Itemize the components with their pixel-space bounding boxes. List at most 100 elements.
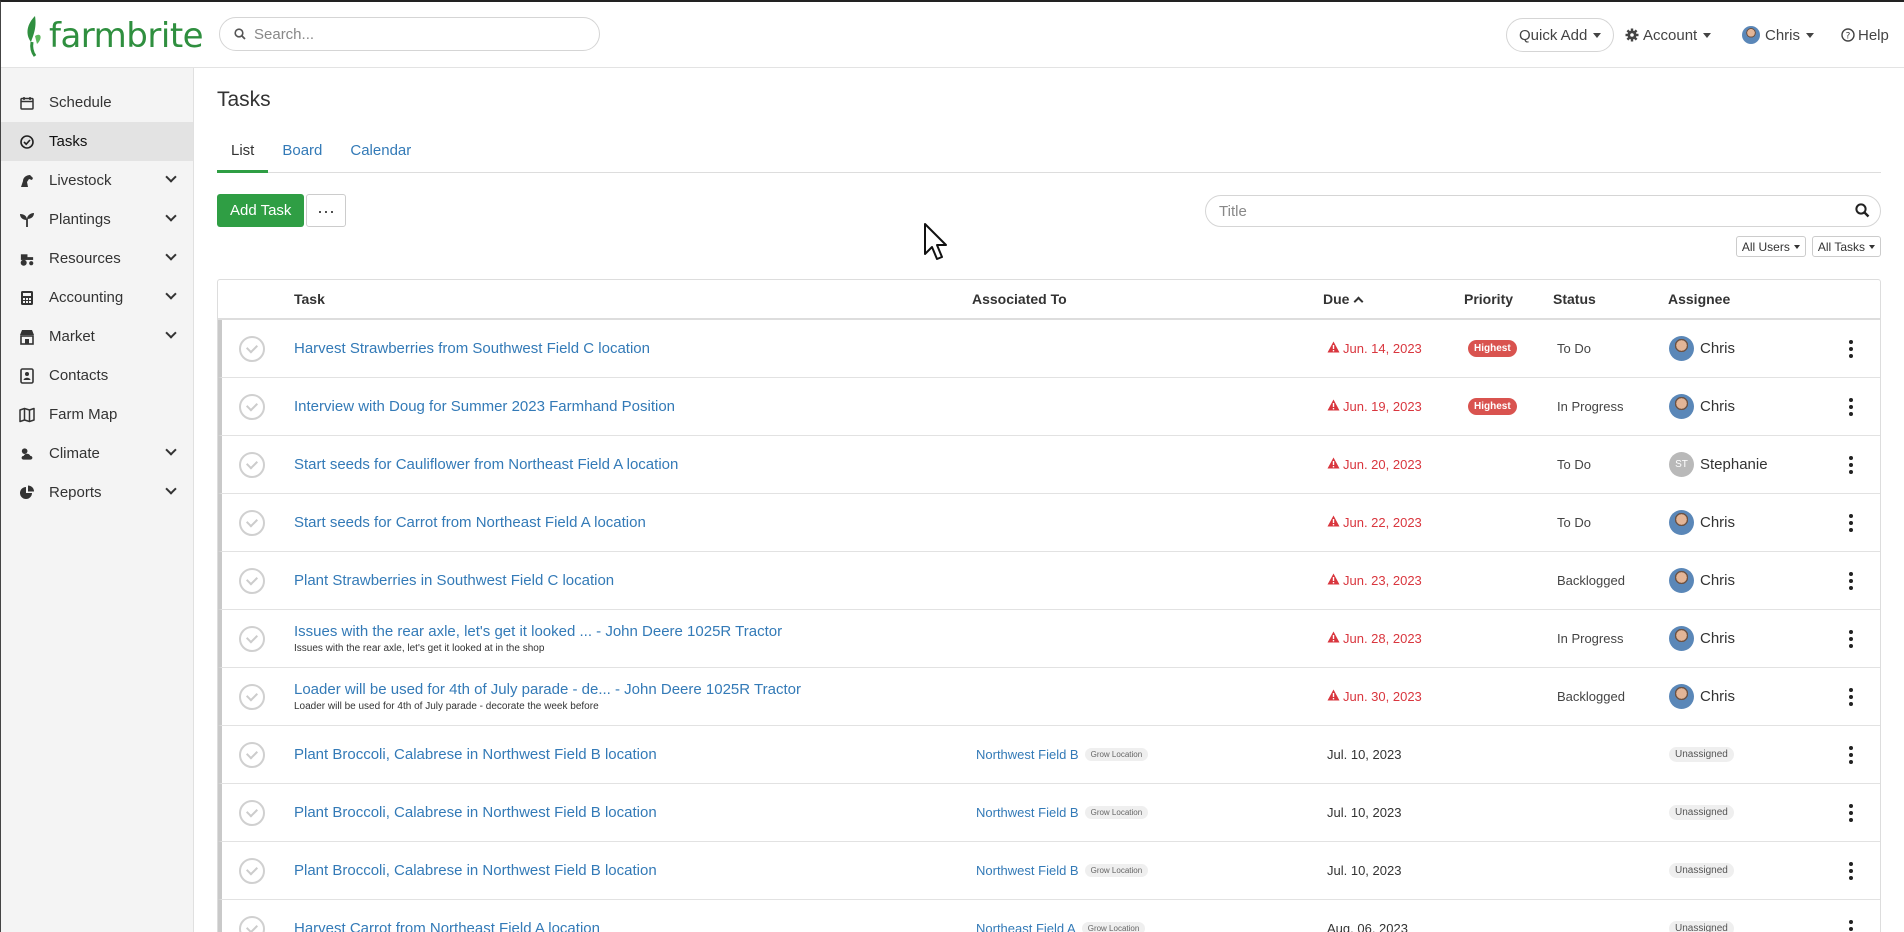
task-title-link[interactable]: Interview with Doug for Summer 2023 Farm… — [294, 398, 675, 415]
complete-checkbox[interactable] — [239, 335, 265, 362]
unassigned-badge: Unassigned — [1669, 921, 1734, 932]
kebab-menu-icon[interactable] — [1849, 687, 1853, 706]
task-title-link[interactable]: Plant Broccoli, Calabrese in Northwest F… — [294, 862, 657, 879]
kebab-menu-icon[interactable] — [1849, 861, 1853, 880]
sidebar-item-reports[interactable]: Reports — [1, 473, 193, 512]
sidebar-item-accounting[interactable]: Accounting — [1, 278, 193, 317]
kebab-menu-icon[interactable] — [1849, 919, 1853, 932]
title-search[interactable] — [1205, 195, 1881, 227]
task-title-link[interactable]: Plant Broccoli, Calabrese in Northwest F… — [294, 746, 657, 763]
task-title-link[interactable]: Harvest Strawberries from Southwest Fiel… — [294, 340, 650, 357]
complete-checkbox[interactable] — [239, 451, 265, 478]
header-status[interactable]: Status — [1553, 280, 1596, 318]
row-actions — [1849, 784, 1853, 841]
task-title-link[interactable]: Harvest Carrot from Northeast Field A lo… — [294, 920, 600, 932]
sidebar-item-tasks[interactable]: Tasks — [1, 122, 193, 161]
all-tasks-filter[interactable]: All Tasks — [1811, 236, 1881, 257]
complete-checkbox[interactable] — [239, 567, 265, 594]
task-cell: Start seeds for Cauliflower from Northea… — [294, 436, 678, 493]
chevron-down-icon[interactable] — [165, 444, 177, 456]
row-actions — [1849, 726, 1853, 783]
due-date: Jun. 28, 2023 — [1327, 631, 1422, 646]
sidebar-item-climate[interactable]: Climate — [1, 434, 193, 473]
task-title-link[interactable]: Plant Broccoli, Calabrese in Northwest F… — [294, 804, 657, 821]
kebab-menu-icon[interactable] — [1849, 397, 1853, 416]
global-search-input[interactable] — [254, 25, 574, 43]
complete-cell — [239, 668, 265, 725]
chevron-down-icon[interactable] — [165, 327, 177, 339]
check-circle-icon — [19, 134, 35, 150]
kebab-menu-icon[interactable] — [1849, 571, 1853, 590]
due-cell: Aug. 06, 2023 — [1327, 900, 1408, 932]
user-menu-button[interactable]: Chris — [1742, 18, 1815, 52]
associated-cell: Northwest Field B Grow Location — [976, 784, 1149, 841]
complete-checkbox[interactable] — [239, 625, 265, 652]
help-button[interactable]: ? Help — [1841, 18, 1889, 52]
due-date: Jun. 19, 2023 — [1327, 399, 1422, 414]
kebab-menu-icon[interactable] — [1849, 803, 1853, 822]
tab-list[interactable]: List — [217, 132, 269, 173]
more-options-button[interactable]: ··· — [306, 194, 346, 227]
tab-calendar[interactable]: Calendar — [336, 132, 425, 173]
task-title-link[interactable]: Issues with the rear axle, let's get it … — [294, 623, 782, 640]
kebab-menu-icon[interactable] — [1849, 513, 1853, 532]
sidebar-item-resources[interactable]: Resources — [1, 239, 193, 278]
tab-board[interactable]: Board — [268, 132, 336, 173]
complete-checkbox[interactable] — [239, 915, 265, 932]
due-date-text: Jun. 22, 2023 — [1343, 515, 1422, 530]
all-users-filter[interactable]: All Users — [1735, 236, 1806, 257]
complete-cell — [239, 900, 265, 932]
due-date: Jul. 10, 2023 — [1327, 805, 1401, 820]
kebab-menu-icon[interactable] — [1849, 629, 1853, 648]
associated-link[interactable]: Northwest Field B — [976, 747, 1079, 762]
title-search-input[interactable] — [1219, 202, 1829, 220]
sidebar-item-livestock[interactable]: Livestock — [1, 161, 193, 200]
associated-link[interactable]: Northeast Field A — [976, 921, 1076, 932]
task-filters: All Users All Tasks — [1735, 236, 1881, 257]
sidebar-item-contacts[interactable]: Contacts — [1, 356, 193, 395]
search-icon — [234, 28, 246, 40]
add-task-button[interactable]: Add Task — [217, 194, 305, 227]
table-row: Interview with Doug for Summer 2023 Farm… — [218, 378, 1880, 436]
sidebar-item-schedule[interactable]: Schedule — [1, 83, 193, 122]
table-body: Harvest Strawberries from Southwest Fiel… — [218, 320, 1880, 932]
header-task[interactable]: Task — [294, 280, 325, 318]
kebab-menu-icon[interactable] — [1849, 455, 1853, 474]
chevron-down-icon[interactable] — [165, 171, 177, 183]
quick-add-button[interactable]: Quick Add — [1506, 18, 1615, 52]
task-title-link[interactable]: Start seeds for Carrot from Northeast Fi… — [294, 514, 646, 531]
header-due[interactable]: Due — [1323, 280, 1364, 318]
complete-checkbox[interactable] — [239, 799, 265, 826]
search-icon[interactable] — [1855, 203, 1870, 218]
task-title-link[interactable]: Start seeds for Cauliflower from Northea… — [294, 456, 678, 473]
complete-checkbox[interactable] — [239, 741, 265, 768]
complete-checkbox[interactable] — [239, 393, 265, 420]
complete-checkbox[interactable] — [239, 509, 265, 536]
kebab-menu-icon[interactable] — [1849, 339, 1853, 358]
status-text: To Do — [1557, 515, 1591, 530]
chevron-down-icon[interactable] — [165, 210, 177, 222]
task-title-link[interactable]: Loader will be used for 4th of July para… — [294, 681, 801, 698]
task-title-link[interactable]: Plant Strawberries in Southwest Field C … — [294, 572, 614, 589]
user-avatar — [1742, 26, 1760, 44]
header-associated-to[interactable]: Associated To — [972, 280, 1067, 318]
header-priority[interactable]: Priority — [1464, 280, 1513, 318]
farmbrite-logo[interactable]: farmbrite — [23, 14, 204, 58]
global-search[interactable] — [219, 17, 600, 51]
sidebar-item-plantings[interactable]: Plantings — [1, 200, 193, 239]
sidebar-item-farm-map[interactable]: Farm Map — [1, 395, 193, 434]
associated-link[interactable]: Northwest Field B — [976, 805, 1079, 820]
chevron-down-icon[interactable] — [165, 249, 177, 261]
associated-link[interactable]: Northwest Field B — [976, 863, 1079, 878]
kebab-menu-icon[interactable] — [1849, 745, 1853, 764]
account-menu-button[interactable]: Account — [1625, 18, 1712, 52]
complete-checkbox[interactable] — [239, 857, 265, 884]
avatar — [1669, 626, 1694, 651]
chevron-down-icon[interactable] — [165, 288, 177, 300]
sidebar-item-label: Plantings — [49, 211, 111, 228]
complete-checkbox[interactable] — [239, 683, 265, 710]
sidebar-item-market[interactable]: Market — [1, 317, 193, 356]
all-tasks-label: All Tasks — [1817, 239, 1865, 254]
header-assignee[interactable]: Assignee — [1668, 280, 1730, 318]
chevron-down-icon[interactable] — [165, 483, 177, 495]
